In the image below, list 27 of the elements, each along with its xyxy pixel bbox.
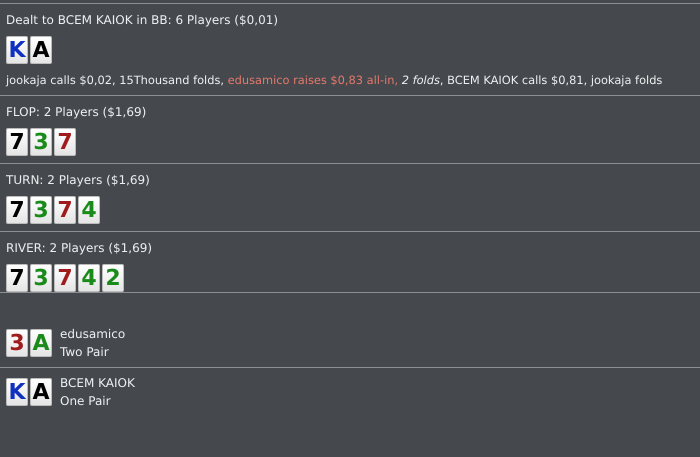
player-name: edusamico (60, 326, 126, 343)
playing-card: 7 (54, 128, 76, 156)
playing-card: 7 (6, 264, 28, 292)
hand-rank: One Pair (60, 393, 112, 410)
street-header: RIVER: 2 Players ($1,69) (6, 240, 154, 256)
hand-rank: Two Pair (60, 344, 110, 361)
street-header: TURN: 2 Players ($1,69) (6, 172, 151, 188)
playing-card: 4 (78, 196, 100, 224)
playing-card: 3 (6, 329, 28, 357)
street-header: Dealt to BCEM KAIOK in BB: 6 Players ($0,01) (6, 12, 280, 28)
playing-card: 7 (6, 128, 28, 156)
playing-card: 7 (6, 196, 28, 224)
playing-card: K (6, 378, 28, 406)
playing-card: A (30, 36, 52, 64)
action-log: jookaja calls $0,02, 15Thousand folds, edusamico raises $0,83 all-in, 2 folds, BCEM KAIOK calls $0,81, jookaja folds (6, 72, 664, 88)
playing-card: 3 (30, 128, 52, 156)
playing-card: K (6, 36, 28, 64)
playing-card: 3 (30, 264, 52, 292)
playing-card: 3 (30, 196, 52, 224)
playing-card: 7 (54, 196, 76, 224)
street-header: FLOP: 2 Players ($1,69) (6, 104, 148, 120)
playing-card: A (30, 378, 52, 406)
playing-card: 7 (54, 264, 76, 292)
playing-card: 2 (102, 264, 124, 292)
playing-card: A (30, 329, 52, 357)
player-name: BCEM KAIOK (60, 375, 135, 392)
playing-card: 4 (78, 264, 100, 292)
